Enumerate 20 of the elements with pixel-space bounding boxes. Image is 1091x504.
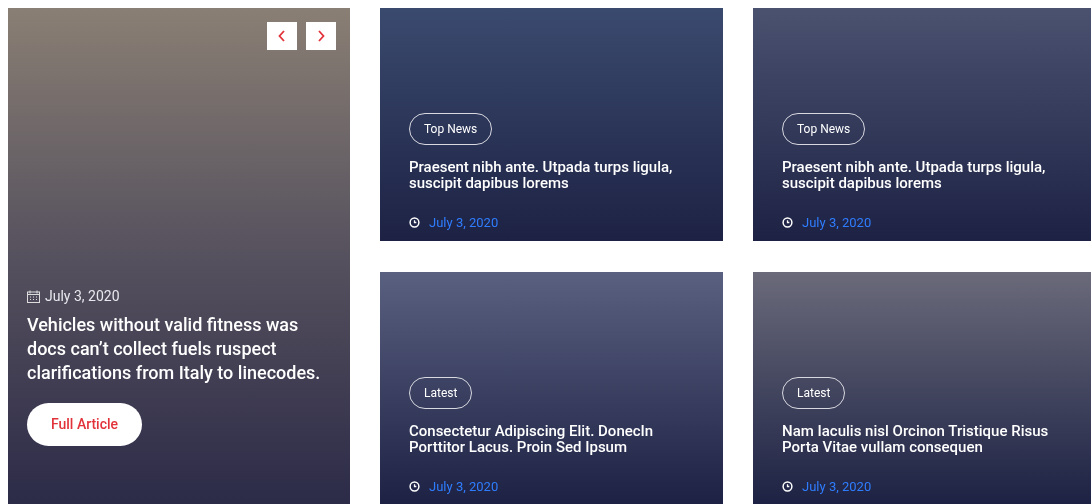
card-title[interactable]: Nam Iaculis nisl Orcinon Tristique Risus Porta Vitae vullam consequen — [782, 423, 1079, 455]
card-title[interactable]: Consectetur Adipiscing Elit. DonecIn Porttitor Lacus. Proin Sed Ipsum — [409, 423, 711, 455]
previous-button[interactable] — [267, 22, 297, 50]
chevron-right-icon — [317, 30, 325, 42]
calendar-icon — [27, 290, 40, 303]
card-date: July 3, 2020 — [429, 478, 499, 496]
card-title[interactable]: Praesent nibh ante. Utpada turps ligula, suscipit dapibus lorems — [409, 159, 711, 191]
clock-icon — [409, 481, 420, 493]
next-button[interactable] — [306, 22, 336, 50]
full-article-button[interactable]: Full Article — [27, 403, 142, 446]
clock-icon — [409, 217, 420, 229]
featured-title[interactable]: Vehicles without valid fitness was docs can’t collect fuels ruspect clarifications from Italy to linecodes. — [27, 313, 334, 385]
clock-icon — [782, 481, 793, 493]
chevron-left-icon — [278, 30, 286, 42]
card-date: July 3, 2020 — [802, 478, 872, 496]
card-date: July 3, 2020 — [802, 214, 872, 232]
featured-date: July 3, 2020 — [45, 287, 120, 306]
clock-icon — [782, 217, 793, 229]
card-title[interactable]: Praesent nibh ante. Utpada turps ligula, suscipit dapibus lorems — [782, 159, 1079, 191]
card-date: July 3, 2020 — [429, 214, 499, 232]
